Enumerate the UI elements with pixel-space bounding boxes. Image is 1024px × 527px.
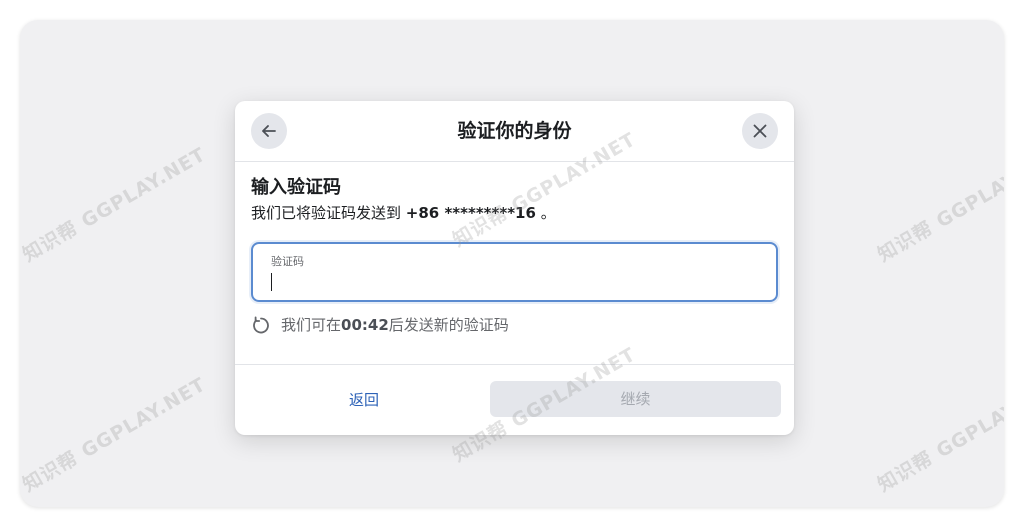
window-frame: 验证你的身份 输入验证码 我们已将验证码发送到 +86 *********16 … xyxy=(20,20,1004,507)
watermark-text: 知识帮 GGPLAY.NET xyxy=(874,373,1004,497)
watermark-text: 知识帮 GGPLAY.NET xyxy=(20,373,210,497)
code-sent-message: 我们已将验证码发送到 +86 *********16 。 xyxy=(251,202,778,224)
text-caret xyxy=(271,273,272,291)
watermark-text: 知识帮 GGPLAY.NET xyxy=(20,143,210,267)
verify-identity-dialog: 验证你的身份 输入验证码 我们已将验证码发送到 +86 *********16 … xyxy=(235,101,794,435)
timer-suffix: 后发送新的验证码 xyxy=(388,316,509,334)
watermark-text: 知识帮 GGPLAY.NET xyxy=(874,143,1004,267)
masked-phone: +86 *********16 xyxy=(405,204,536,222)
close-icon xyxy=(753,124,767,138)
sent-suffix: 。 xyxy=(535,204,556,222)
close-button[interactable] xyxy=(742,113,778,149)
sent-prefix: 我们已将验证码发送到 xyxy=(251,204,406,222)
section-heading: 输入验证码 xyxy=(251,177,341,198)
verification-code-field[interactable]: 验证码 xyxy=(251,242,778,302)
dialog-footer: 返回 继续 xyxy=(235,364,794,435)
dialog-header: 验证你的身份 xyxy=(235,101,794,162)
timer-countdown: 00:42 xyxy=(341,315,389,334)
dialog-body: 输入验证码 我们已将验证码发送到 +86 *********16 。 验证码 我… xyxy=(235,162,794,335)
resend-timer: 我们可在 00:42 后发送新的验证码 xyxy=(251,314,778,335)
back-link-button[interactable]: 返回 xyxy=(251,382,477,418)
timer-prefix: 我们可在 xyxy=(281,316,342,334)
dialog-title: 验证你的身份 xyxy=(457,120,572,142)
continue-button[interactable]: 继续 xyxy=(490,381,781,417)
refresh-icon xyxy=(253,316,269,333)
verification-code-label: 验证码 xyxy=(271,255,304,268)
